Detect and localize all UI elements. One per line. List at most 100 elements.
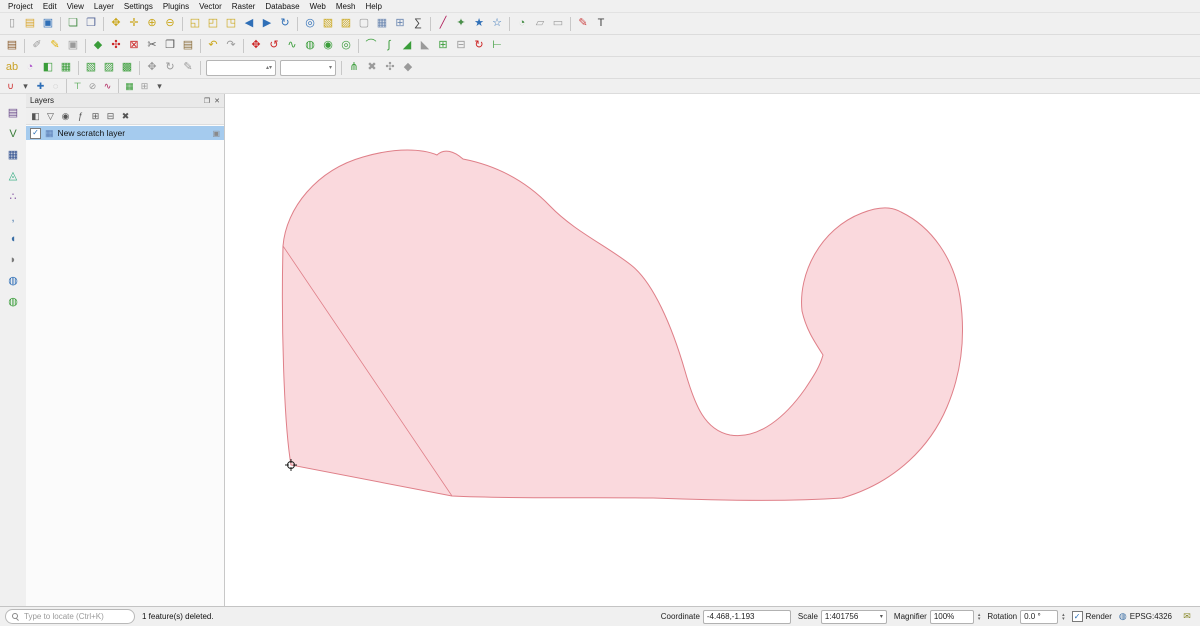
add-vector-layer-button[interactable]: V (4, 125, 22, 143)
add-raster-layer-button[interactable]: ▦ (4, 146, 22, 164)
menu-raster[interactable]: Raster (227, 2, 261, 11)
layer-diagram-button[interactable]: ◔ (21, 59, 39, 77)
menu-settings[interactable]: Settings (119, 2, 158, 11)
annotation-button[interactable]: ✎ (574, 15, 592, 33)
map-tips-button[interactable]: ✦ (452, 15, 470, 33)
refresh-map-button[interactable]: ↻ (276, 15, 294, 33)
panel-close-button[interactable]: ✕ (214, 97, 220, 105)
select-by-location-button[interactable]: ▧ (82, 59, 100, 77)
panel-float-button[interactable]: ❐ (204, 97, 210, 105)
merge-attributes-button[interactable]: ⊟ (452, 37, 470, 55)
pan-to-selection-button[interactable]: ✛ (125, 15, 143, 33)
paste-features-button[interactable]: ▤ (179, 37, 197, 55)
move-feature-button[interactable]: ✥ (247, 37, 265, 55)
select-features-button[interactable]: ▧ (319, 15, 337, 33)
menu-plugins[interactable]: Plugins (158, 2, 194, 11)
map-theme-button[interactable]: ◧ (39, 59, 57, 77)
crs-status[interactable]: ◍ EPSG:4326 (1119, 612, 1172, 621)
undo-button[interactable]: ↶ (204, 37, 222, 55)
change-label-properties-button[interactable]: ✎ (179, 59, 197, 77)
show-layout-manager-button[interactable]: ▭ (549, 15, 567, 33)
scale-combo[interactable]: 1:401756 ▾ (821, 610, 887, 624)
geometry-checker-button[interactable]: ⋔ (345, 59, 363, 77)
zoom-full-button[interactable]: ◱ (186, 15, 204, 33)
offset-curve-button[interactable]: ⌒ (362, 37, 380, 55)
add-polygon-feature-button[interactable]: ◆ (89, 37, 107, 55)
zoom-out-button[interactable]: ⊖ (161, 15, 179, 33)
filter-by-expression-button[interactable]: ƒ (73, 109, 88, 123)
clear-unplaced-labels-button[interactable]: ✖ (363, 59, 381, 77)
messages-button[interactable]: ✉ (1179, 610, 1195, 624)
open-attribute-table-button[interactable]: ▦ (373, 15, 391, 33)
pan-map-button[interactable]: ✥ (107, 15, 125, 33)
random-selection-button[interactable]: ▩ (118, 59, 136, 77)
add-point-cloud-layer-button[interactable]: ∴ (4, 188, 22, 206)
grid-display-button[interactable]: ▦ (122, 80, 137, 92)
add-part-button[interactable]: ◉ (319, 37, 337, 55)
snap-on-intersections-button[interactable]: ✚ (33, 80, 48, 92)
self-snapping-button[interactable]: ◌ (48, 80, 63, 92)
save-layer-edits-button[interactable]: ▣ (64, 37, 82, 55)
manage-layers-button[interactable]: ▦ (57, 59, 75, 77)
move-label-button[interactable]: ✥ (143, 59, 161, 77)
open-layer-styling-dock-button[interactable]: ◧ (28, 109, 43, 123)
open-data-source-manager-button[interactable]: ▤ (3, 37, 21, 55)
menu-web[interactable]: Web (305, 2, 331, 11)
filter-legend-button[interactable]: ▽ (43, 109, 58, 123)
menu-project[interactable]: Project (3, 2, 38, 11)
zoom-next-button[interactable]: ▶ (258, 15, 276, 33)
menu-vector[interactable]: Vector (194, 2, 227, 11)
select-within-button[interactable]: ▨ (100, 59, 118, 77)
new-project-button[interactable]: ▯ (3, 15, 21, 33)
new-3d-map-view-button[interactable]: ❐ (82, 15, 100, 33)
locate-input[interactable]: Type to locate (Ctrl+K) (5, 609, 135, 624)
scratch-polygon[interactable] (282, 150, 962, 500)
add-wms-layer-button[interactable]: ◍ (4, 272, 22, 290)
current-edits-button[interactable]: ✐ (28, 37, 46, 55)
zoom-to-layer-button[interactable]: ◳ (222, 15, 240, 33)
zoom-to-selection-button[interactable]: ◰ (204, 15, 222, 33)
new-print-layout-button[interactable]: ▱ (531, 15, 549, 33)
layer-item[interactable]: ▦ New scratch layer ▣ (26, 126, 224, 140)
symbol-size-combo[interactable]: ▴▾ (206, 60, 276, 76)
manage-map-themes-button[interactable]: ◉ (58, 109, 73, 123)
rotate-label-button[interactable]: ↻ (161, 59, 179, 77)
open-data-source-manager-side-button[interactable]: ▤ (4, 104, 22, 122)
redo-button[interactable]: ↷ (222, 37, 240, 55)
select-by-expression-button[interactable]: ▨ (337, 15, 355, 33)
show-spatial-bookmarks-button[interactable]: ☆ (488, 15, 506, 33)
grid-toggle-button[interactable]: ⊞ (137, 80, 152, 92)
symbol-units-combo[interactable]: ▾ (280, 60, 336, 76)
snapping-mode-dropdown-button[interactable]: ▾ (18, 80, 33, 92)
split-parts-button[interactable]: ◣ (416, 37, 434, 55)
enable-snapping-button[interactable]: ∪ (3, 80, 18, 92)
deselect-features-button[interactable]: ▢ (355, 15, 373, 33)
menu-help[interactable]: Help (360, 2, 386, 11)
memory-layer-indicator-icon[interactable]: ▣ (212, 129, 220, 138)
map-canvas[interactable] (225, 94, 1200, 612)
toggle-editing-button[interactable]: ✎ (46, 37, 64, 55)
remove-layer-group-button[interactable]: ✖ (118, 109, 133, 123)
rotate-point-symbols-button[interactable]: ↻ (470, 37, 488, 55)
menu-database[interactable]: Database (260, 2, 304, 11)
cut-features-button[interactable]: ✂ (143, 37, 161, 55)
statistical-summary-button[interactable]: ∑ (409, 15, 427, 33)
new-spatial-bookmark-button[interactable]: ★ (470, 15, 488, 33)
identify-features-button[interactable]: ◎ (301, 15, 319, 33)
add-delimited-text-layer-button[interactable]: , (4, 209, 22, 227)
reshape-features-button[interactable]: ∫ (380, 37, 398, 55)
trim-extend-button[interactable]: ⊢ (488, 37, 506, 55)
zoom-last-button[interactable]: ◀ (240, 15, 258, 33)
temporal-controller-button[interactable]: ◔ (513, 15, 531, 33)
avoid-overlap-button[interactable]: ⊘ (85, 80, 100, 92)
add-mesh-layer-button[interactable]: ◬ (4, 167, 22, 185)
tracing-button[interactable]: ∿ (100, 80, 115, 92)
open-project-button[interactable]: ▤ (21, 15, 39, 33)
save-project-button[interactable]: ▣ (39, 15, 57, 33)
merge-features-button[interactable]: ⊞ (434, 37, 452, 55)
delete-selected-button[interactable]: ⊠ (125, 37, 143, 55)
rotate-feature-button[interactable]: ↺ (265, 37, 283, 55)
measure-line-button[interactable]: ╱ (434, 15, 452, 33)
split-features-button[interactable]: ◢ (398, 37, 416, 55)
expand-all-button[interactable]: ⊞ (88, 109, 103, 123)
